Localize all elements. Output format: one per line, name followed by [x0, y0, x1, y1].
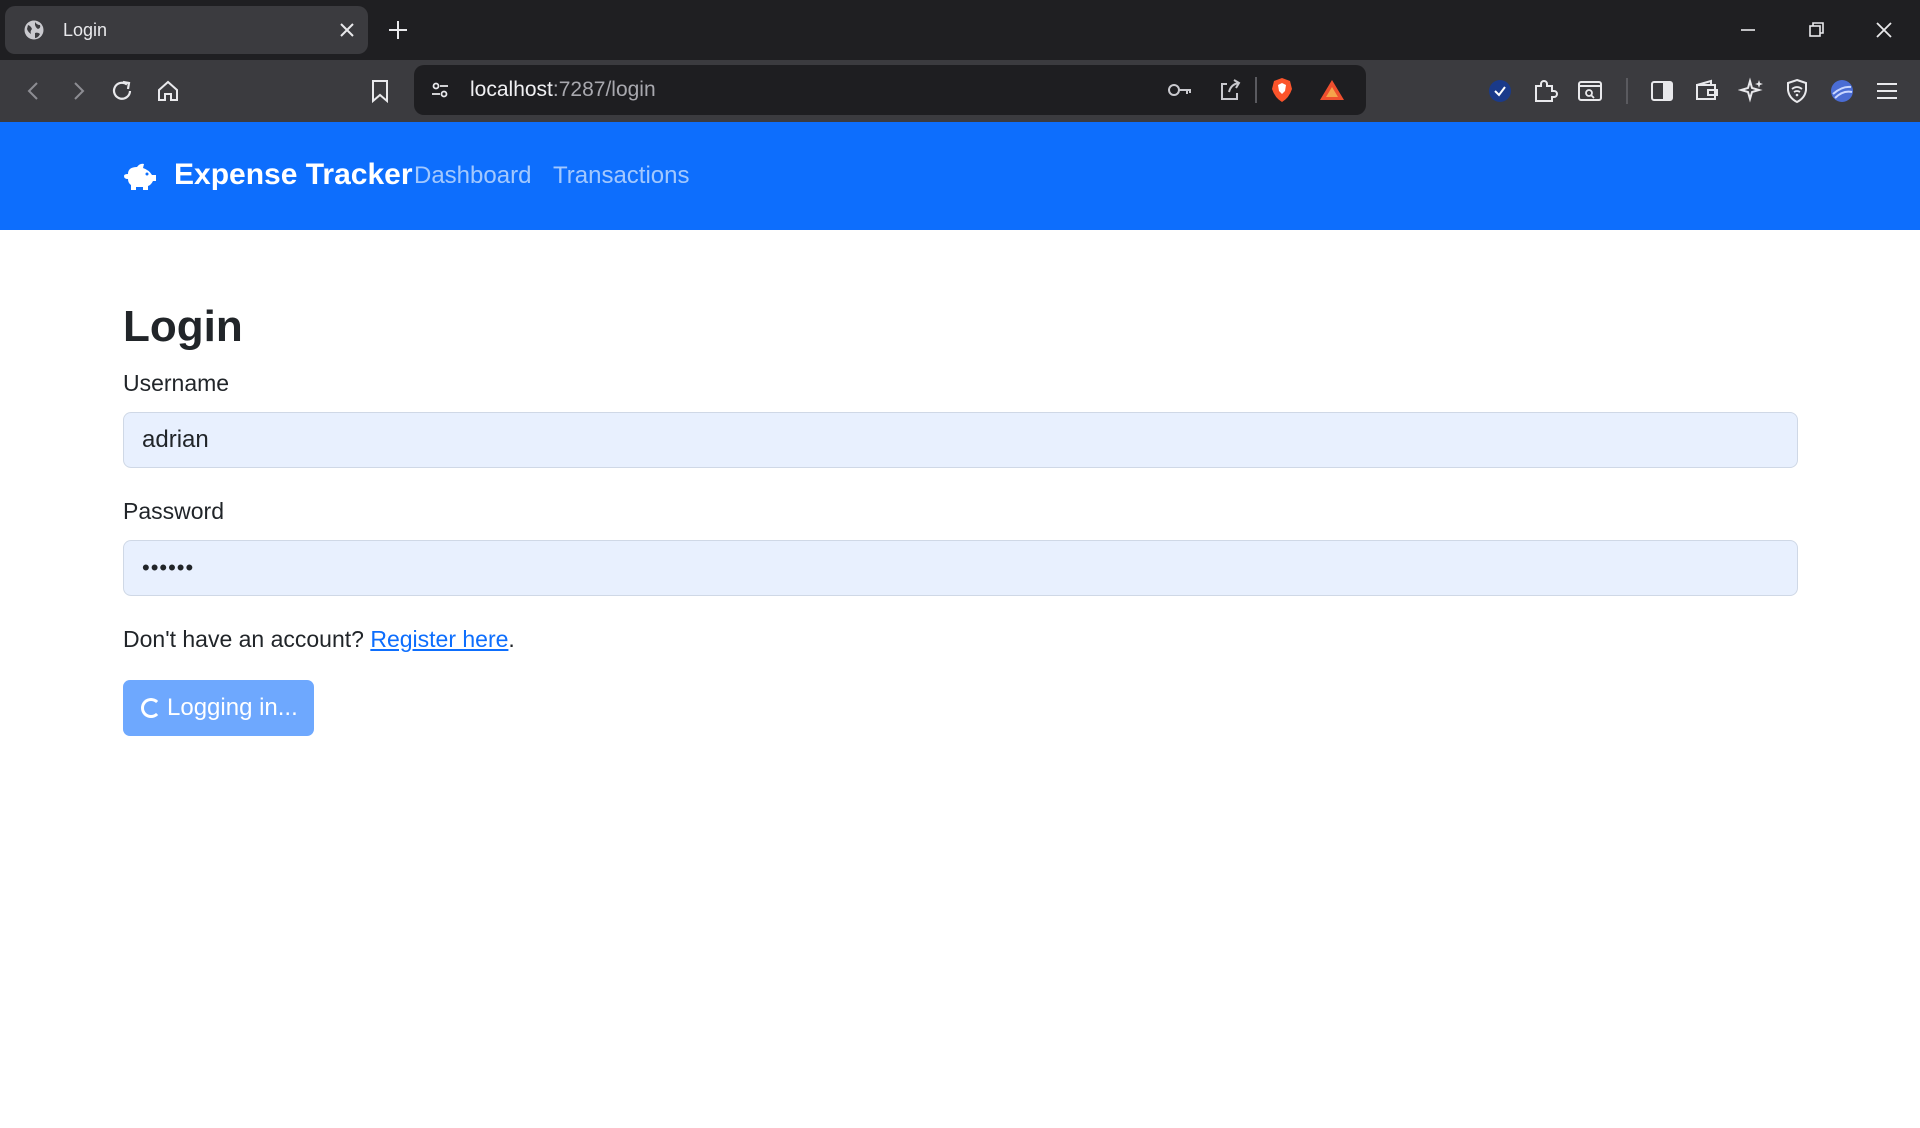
url-host: localhost — [470, 78, 553, 101]
brave-rewards-icon[interactable] — [1316, 74, 1348, 106]
extensions-puzzle-icon[interactable] — [1529, 75, 1561, 107]
register-hint-text: Don't have an account? — [123, 626, 371, 652]
omnibox-separator — [1255, 77, 1257, 103]
leo-ai-icon[interactable] — [1736, 75, 1768, 107]
username-input[interactable]: adrian — [123, 412, 1798, 468]
app-navbar: Expense Tracker Dashboard Transactions — [0, 122, 1920, 230]
close-window-icon[interactable] — [1868, 14, 1900, 46]
login-button[interactable]: Logging in... — [123, 680, 314, 736]
browser-toolbar: localhost:7287/login — [0, 60, 1920, 122]
register-link[interactable]: Register here — [370, 626, 508, 652]
share-icon[interactable] — [1214, 74, 1246, 106]
menu-icon[interactable] — [1871, 75, 1903, 107]
toolbar-separator — [1626, 78, 1628, 104]
back-icon[interactable] — [18, 75, 50, 107]
loading-spinner-icon — [141, 698, 161, 718]
restore-icon[interactable] — [1800, 14, 1832, 46]
piggy-bank-icon — [124, 163, 156, 190]
nav-link-dashboard[interactable]: Dashboard — [414, 162, 531, 190]
browser-tab[interactable]: Login — [5, 6, 368, 54]
vpn-shield-icon[interactable] — [1781, 75, 1813, 107]
url-text: localhost:7287/login — [470, 78, 656, 102]
browser-tabstrip: Login — [0, 0, 1920, 60]
profile-avatar-icon[interactable] — [1826, 75, 1858, 107]
brave-shields-icon[interactable] — [1266, 74, 1298, 106]
reader-mode-icon[interactable] — [1574, 75, 1606, 107]
password-label: Password — [123, 498, 224, 524]
home-icon[interactable] — [152, 75, 184, 107]
password-input[interactable]: •••••• — [123, 540, 1798, 596]
extension-check-icon[interactable] — [1484, 75, 1516, 107]
forward-icon[interactable] — [62, 75, 94, 107]
close-tab-icon[interactable] — [335, 18, 359, 42]
tab-title: Login — [63, 20, 108, 40]
minimize-icon[interactable] — [1732, 14, 1764, 46]
site-settings-icon[interactable] — [424, 74, 456, 106]
url-path: :7287/login — [552, 78, 656, 101]
nav-link-transactions[interactable]: Transactions — [553, 162, 690, 190]
brand-name[interactable]: Expense Tracker — [174, 158, 413, 192]
login-button-label: Logging in... — [167, 694, 298, 721]
globe-icon — [24, 20, 44, 40]
reload-icon[interactable] — [106, 75, 138, 107]
bookmark-icon[interactable] — [364, 75, 396, 107]
sidebar-toggle-icon[interactable] — [1646, 75, 1678, 107]
address-bar[interactable]: localhost:7287/login — [414, 65, 1366, 115]
username-label: Username — [123, 370, 230, 396]
page-title: Login — [123, 302, 243, 351]
register-hint-end: . — [508, 626, 515, 652]
wallet-icon[interactable] — [1691, 75, 1723, 107]
new-tab-icon[interactable] — [384, 16, 412, 44]
password-key-icon[interactable] — [1164, 74, 1196, 106]
register-hint: Don't have an account? Register here. — [123, 626, 515, 653]
